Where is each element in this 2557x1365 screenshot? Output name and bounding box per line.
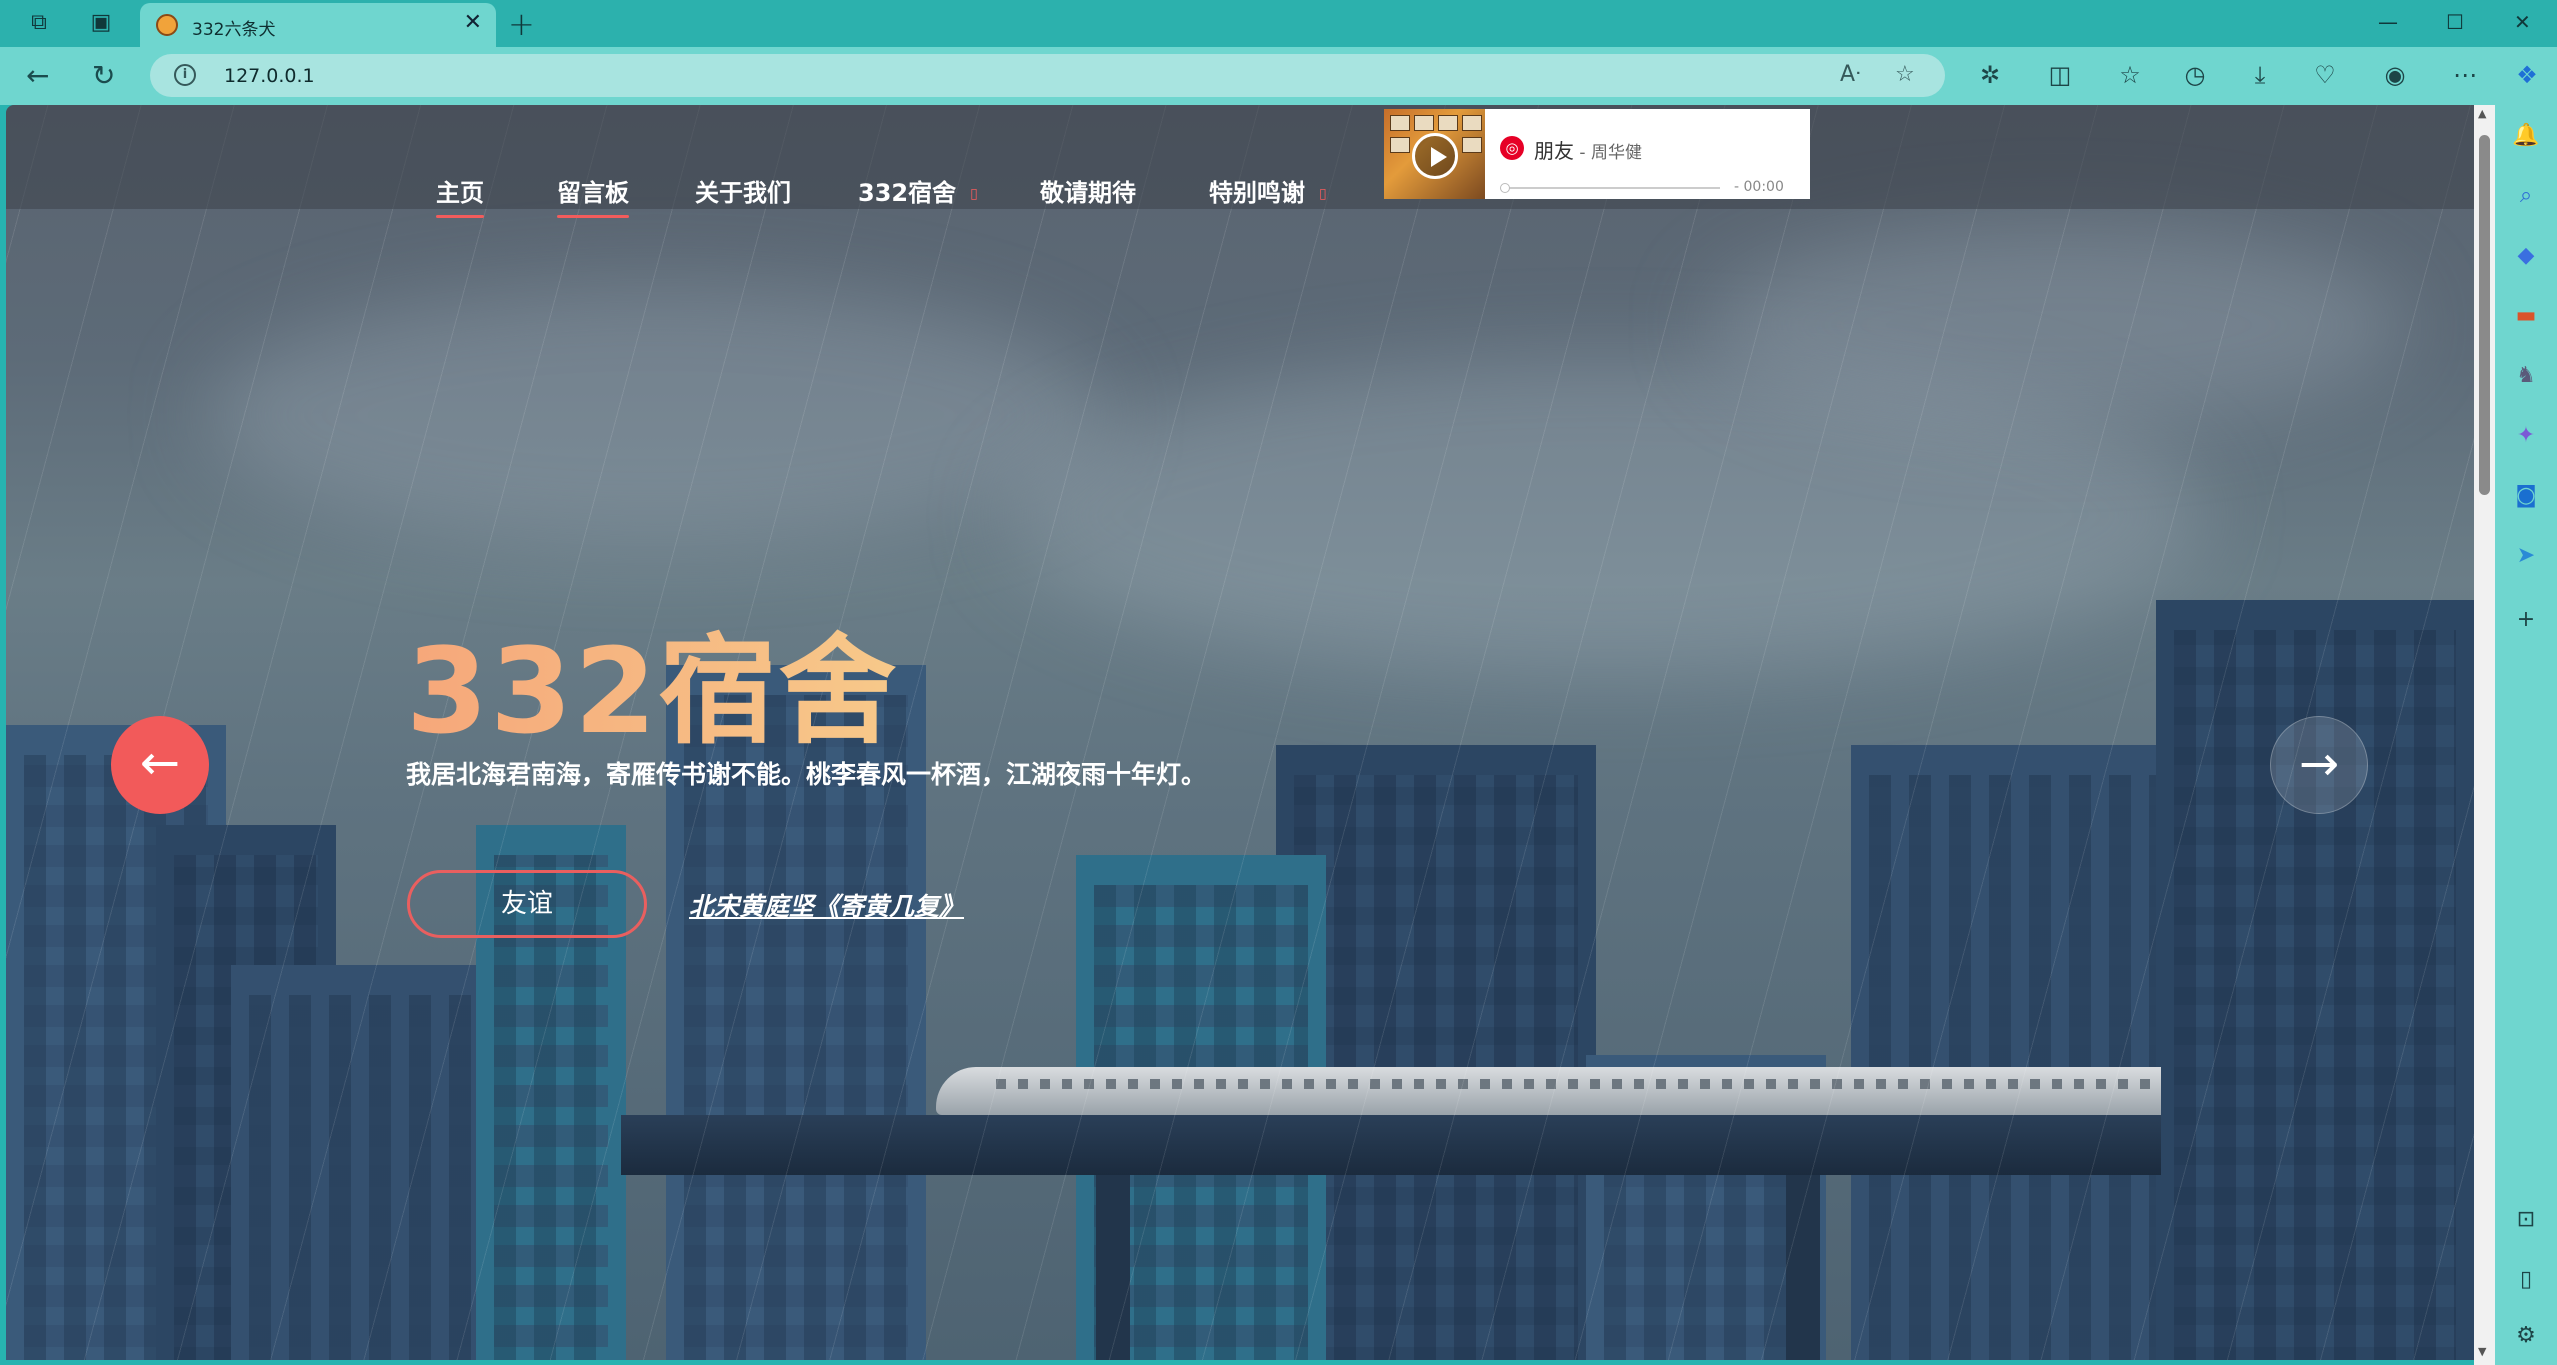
song-time: - 00:00 (1734, 179, 1784, 195)
nav-about-us-label: 关于我们 (695, 179, 791, 207)
copilot-icon[interactable]: ❖ (2512, 61, 2542, 89)
dropdown-icon: ▯ (970, 186, 978, 202)
url-text[interactable]: 127.0.0.1 (224, 65, 315, 87)
browser-essentials-icon[interactable]: ♡ (2310, 61, 2340, 89)
briefcase-icon[interactable]: ▬ (2511, 301, 2541, 331)
minimize-button[interactable]: — (2378, 10, 2398, 34)
song-separator: - (1574, 143, 1591, 163)
read-aloud-icon[interactable]: Aᐧ (1840, 62, 1861, 87)
split-screen-icon[interactable]: ◫ (2045, 61, 2075, 89)
history-icon[interactable]: ◷ (2180, 61, 2210, 89)
tab-actions-icon[interactable]: ▣ (88, 10, 114, 36)
prev-slide-button[interactable]: ← (111, 716, 209, 814)
address-toolbar: ← ↻ i 127.0.0.1 Aᐧ ☆ ✲ ◫ ☆ ◷ ⤓ ♡ ◉ ⋯ ❖ (0, 47, 2557, 105)
more-menu-icon[interactable]: ⋯ (2450, 61, 2480, 89)
tab-close-icon[interactable]: ✕ (464, 10, 482, 35)
outlook-icon[interactable]: ◙ (2511, 481, 2541, 511)
next-slide-button[interactable]: → (2270, 716, 2368, 814)
profile-avatar-icon[interactable]: ◉ (2380, 61, 2410, 89)
scrollbar-thumb[interactable] (2479, 135, 2490, 495)
add-icon[interactable]: + (2511, 605, 2541, 635)
back-button[interactable]: ← (26, 59, 49, 92)
scroll-up-icon[interactable]: ▲ (2478, 107, 2486, 120)
nav-dorm-332-label: 332宿舍 (858, 179, 957, 207)
chess-icon[interactable]: ♞ (2511, 361, 2541, 391)
refresh-button[interactable]: ↻ (92, 59, 115, 92)
downloads-icon[interactable]: ⤓ (2245, 61, 2275, 89)
poem-source-link[interactable]: 北宋黄庭坚《寄黄几复》 (689, 887, 964, 923)
rain-overlay (6, 105, 2474, 1360)
nav-dorm-332[interactable]: 332宿舍 ▯ (858, 173, 978, 208)
nav-home[interactable]: 主页 (436, 173, 484, 218)
settings-icon[interactable]: ⚙ (2511, 1321, 2541, 1351)
cover-tile (1462, 137, 1482, 153)
address-bar[interactable]: i 127.0.0.1 Aᐧ ☆ (150, 54, 1945, 97)
cover-tile (1462, 115, 1482, 131)
split-icon[interactable]: ▯ (2511, 1265, 2541, 1295)
song-info: 朋友 - 周华健 (1534, 135, 1642, 164)
progress-handle[interactable] (1500, 183, 1510, 193)
hero-title: 332宿舍 (406, 595, 898, 766)
nav-special-thanks-label: 特别鸣谢 (1209, 179, 1305, 207)
nav-about-us[interactable]: 关于我们 (695, 173, 791, 208)
friendship-button[interactable]: 友谊 (407, 870, 647, 938)
progress-bar[interactable] (1502, 187, 1720, 189)
nav-coming-soon[interactable]: 敬请期待 (1040, 173, 1136, 208)
maximize-button[interactable]: ☐ (2446, 10, 2464, 34)
favorites-icon[interactable]: ☆ (2115, 61, 2145, 89)
netease-music-icon: ◎ (1500, 136, 1524, 160)
hero-subtitle: 我居北海君南海，寄雁传书谢不能。桃李春风一杯酒，江湖夜雨十年灯。 (406, 760, 1207, 789)
nav-message-board-label: 留言板 (557, 179, 629, 207)
close-window-button[interactable]: ✕ (2514, 10, 2531, 34)
page-scrollbar[interactable]: ▲ ▼ (2474, 105, 2495, 1365)
nav-message-board[interactable]: 留言板 (557, 173, 629, 218)
cover-tile (1414, 115, 1434, 131)
extensions-icon[interactable]: ✲ (1975, 61, 2005, 89)
search-icon[interactable]: ⌕ (2511, 181, 2541, 211)
bell-icon[interactable]: 🔔 (2511, 121, 2541, 151)
workspaces-icon[interactable]: ⧉ (26, 10, 52, 36)
tab-title: 332六条犬 (192, 20, 276, 40)
tag-icon[interactable]: ◆ (2511, 241, 2541, 271)
copilot-sidebar-icon[interactable]: ✦ (2511, 421, 2541, 451)
album-cover (1384, 109, 1485, 199)
dropdown-icon: ▯ (1319, 186, 1327, 202)
play-button[interactable] (1412, 133, 1458, 179)
new-tab-button[interactable]: + (508, 5, 535, 43)
screenshot-icon[interactable]: ⊡ (2511, 1205, 2541, 1235)
music-player: ◎ 朋友 - 周华健 - 00:00 (1384, 109, 1810, 199)
cover-tile (1390, 115, 1410, 131)
song-title: 朋友 (1534, 139, 1574, 163)
nav-coming-soon-label: 敬请期待 (1040, 179, 1136, 207)
nav-special-thanks[interactable]: 特别鸣谢 ▯ (1209, 173, 1327, 208)
title-bar: ⧉ ▣ 332六条犬 ✕ + — ☐ ✕ (0, 0, 2557, 47)
cover-tile (1390, 137, 1410, 153)
site-info-icon[interactable]: i (174, 64, 196, 86)
cover-tile (1438, 115, 1458, 131)
site-header: 主页 留言板 关于我们 332宿舍 ▯ 敬请期待 特别鸣谢 ▯ ◎ 朋友 - 周华健… (6, 105, 2474, 218)
favorite-star-icon[interactable]: ☆ (1895, 62, 1915, 87)
send-icon[interactable]: ➤ (2511, 541, 2541, 571)
page-viewport: 主页 留言板 关于我们 332宿舍 ▯ 敬请期待 特别鸣谢 ▯ ◎ 朋友 - 周华健… (6, 105, 2474, 1360)
song-artist: 周华健 (1590, 143, 1642, 163)
scroll-down-icon[interactable]: ▼ (2478, 1345, 2486, 1358)
edge-sidebar: 🔔 ⌕ ◆ ▬ ♞ ✦ ◙ ➤ + ⊡ ▯ ⚙ (2495, 105, 2557, 1365)
nav-home-label: 主页 (436, 179, 484, 207)
tab-favicon-icon (156, 14, 178, 36)
browser-tab[interactable]: 332六条犬 ✕ (140, 3, 496, 47)
